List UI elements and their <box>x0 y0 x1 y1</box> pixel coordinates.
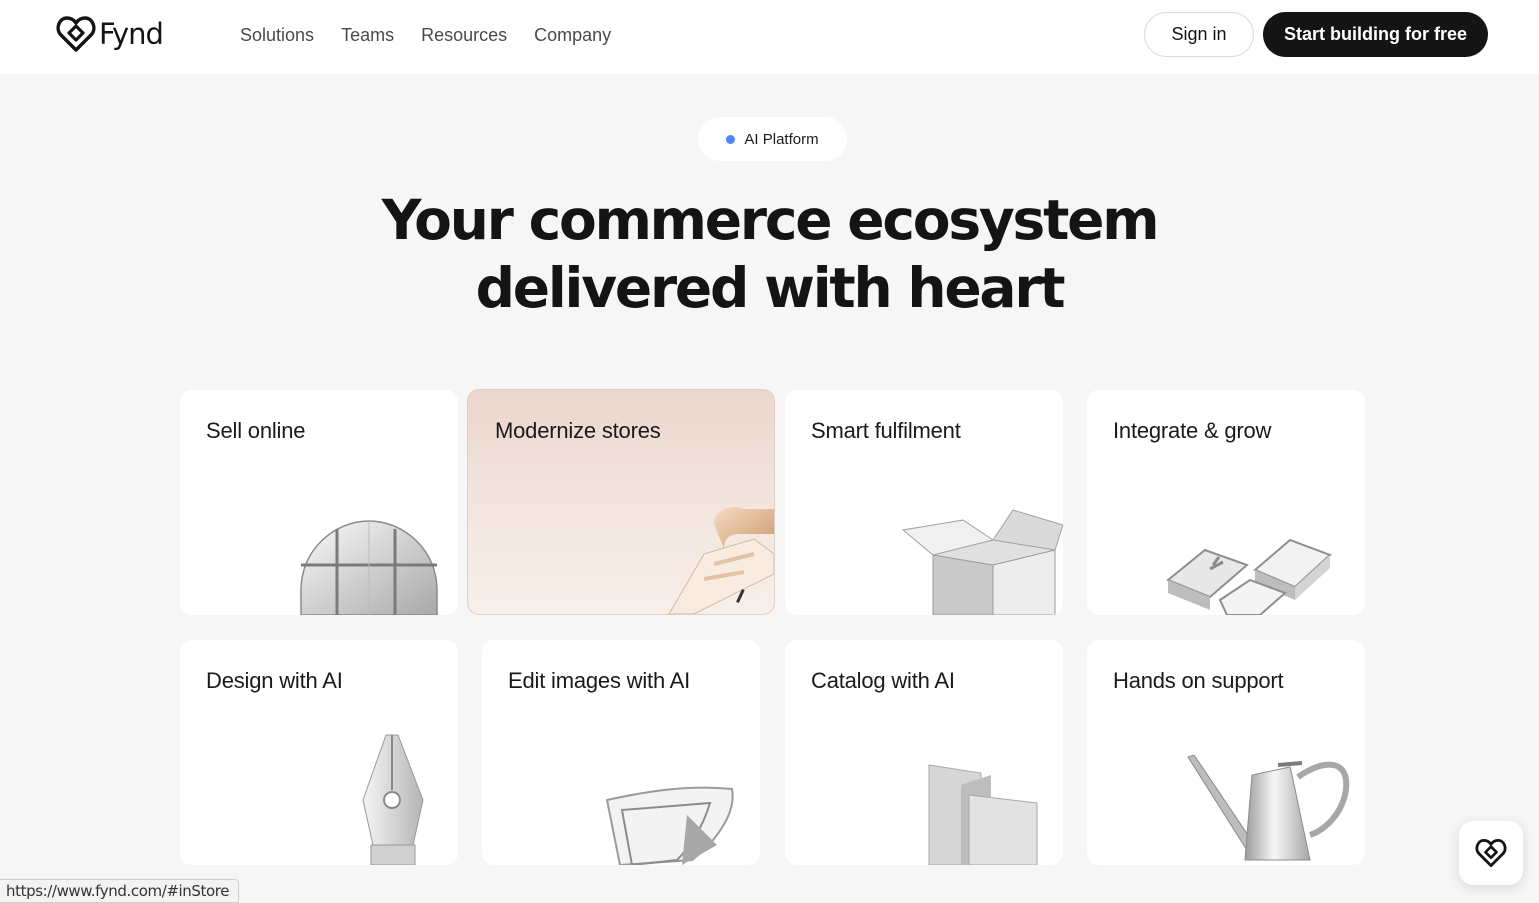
card-integrate-grow[interactable]: Integrate & grow <box>1087 390 1365 615</box>
nav-company[interactable]: Company <box>534 23 611 47</box>
hero-title-line-2: delivered with heart <box>475 256 1066 320</box>
hero-title-line-1: Your commerce ecosystem <box>381 188 1160 252</box>
sign-in-button[interactable]: Sign in <box>1144 12 1254 57</box>
chat-button[interactable] <box>1459 821 1523 885</box>
card-title: Modernize stores <box>495 418 661 443</box>
card-modernize-stores[interactable]: Modernize stores <box>467 389 775 615</box>
card-title: Edit images with AI <box>508 668 691 693</box>
nav-resources[interactable]: Resources <box>421 23 507 47</box>
ai-platform-badge: AI Platform <box>698 117 847 161</box>
brand-logo[interactable]: Fynd <box>56 15 164 53</box>
badge-dot <box>726 134 736 144</box>
heart-logo-icon <box>56 16 96 52</box>
card-title: Smart fulfilment <box>811 418 961 443</box>
status-bar-url: https://www.fynd.com/#inStore <box>0 879 240 903</box>
nav-teams[interactable]: Teams <box>341 23 394 47</box>
chat-heart-icon <box>1475 838 1507 868</box>
badge-label: AI Platform <box>744 130 819 148</box>
card-sell-online[interactable]: Sell online <box>180 390 458 615</box>
main-nav: Solutions Teams Resources Company <box>240 23 611 47</box>
brand-name: Fynd <box>99 17 164 51</box>
watering-can-icon <box>1187 755 1350 861</box>
card-edit-images-with-ai[interactable]: Edit images with AI <box>482 640 760 865</box>
card-smart-fulfilment[interactable]: Smart fulfilment <box>785 390 1063 615</box>
start-building-button[interactable]: Start building for free <box>1263 12 1488 57</box>
pos-terminal-icon <box>668 507 774 614</box>
card-hands-on-support[interactable]: Hands on support <box>1087 640 1365 865</box>
folded-cards-icon <box>928 764 1038 865</box>
card-title: Catalog with AI <box>811 668 955 693</box>
card-design-with-ai[interactable]: Design with AI <box>180 640 458 865</box>
pen-nib-icon <box>362 734 424 865</box>
keycaps-icon <box>1166 538 1332 615</box>
card-title: Hands on support <box>1113 668 1284 693</box>
open-box-icon <box>901 509 1063 615</box>
hero-title: Your commerce ecosystem delivered with h… <box>300 186 1239 322</box>
globe-icon <box>300 520 438 615</box>
nav-solutions[interactable]: Solutions <box>240 23 314 47</box>
card-title: Integrate & grow <box>1113 418 1272 443</box>
card-title: Design with AI <box>206 668 343 693</box>
site-header: Fynd Solutions Teams Resources Company S… <box>0 0 1539 74</box>
card-catalog-with-ai[interactable]: Catalog with AI <box>785 640 1063 865</box>
card-title: Sell online <box>206 418 306 443</box>
photo-frame-icon <box>605 786 734 865</box>
